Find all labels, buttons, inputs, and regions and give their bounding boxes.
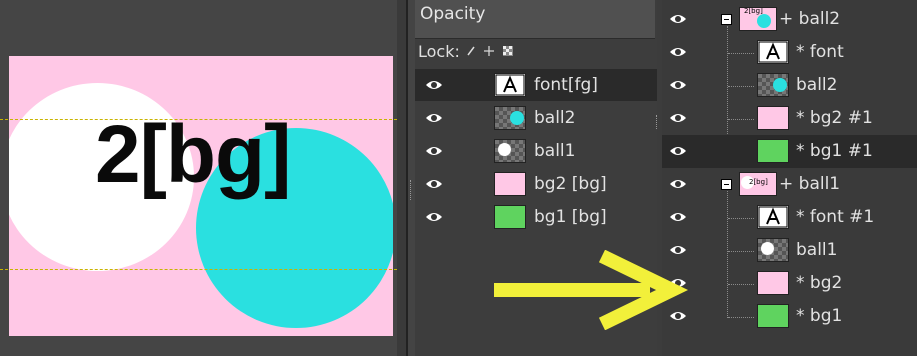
bg2-thumbnail: [757, 271, 789, 295]
layer-label: * bg1 #1: [796, 141, 873, 161]
layer-row-ball2[interactable]: ball2: [662, 69, 917, 102]
lock-position-icon: [483, 46, 494, 56]
opacity-label: Opacity: [420, 4, 486, 24]
collapse-icon[interactable]: [721, 179, 732, 190]
group-row-ball1[interactable]: 2[bg] + ball1: [662, 168, 917, 201]
image-canvas[interactable]: 2[bg]: [9, 56, 393, 336]
splitter-grip[interactable]: [656, 115, 660, 129]
eye-icon[interactable]: [669, 13, 687, 25]
eye-icon[interactable]: [669, 112, 687, 124]
arrow-icon: [494, 250, 689, 330]
panel-divider: [397, 0, 406, 356]
layer-row-bg2[interactable]: bg2 [bg]: [415, 168, 657, 200]
lock-pixels-icon: [467, 46, 475, 56]
eye-icon[interactable]: [669, 79, 687, 91]
layer-row-bg2-1[interactable]: * bg2 #1: [662, 102, 917, 135]
layers-tree-panel: 2[bg] + ball2 * font ball2 * bg2 #1 * bg…: [662, 0, 917, 356]
layer-label: * bg2 #1: [796, 108, 873, 128]
layer-label: * font #1: [796, 207, 875, 227]
layer-label: * bg1: [796, 306, 843, 326]
bg1-thumbnail: [757, 139, 789, 163]
bg2-thumbnail: [757, 106, 789, 130]
canvas-panel: 2[bg]: [0, 0, 397, 356]
layer-label: + ball1: [779, 174, 841, 194]
panel-divider: [408, 0, 415, 356]
eye-icon[interactable]: [669, 211, 687, 223]
layer-row-ball2[interactable]: ball2: [415, 102, 657, 134]
eye-icon[interactable]: [669, 46, 687, 58]
layer-label: ball2: [796, 75, 838, 95]
group-row-ball2[interactable]: 2[bg] + ball2: [662, 3, 917, 36]
layer-label: ball1: [534, 141, 576, 161]
splitter-grip[interactable]: [410, 180, 414, 200]
layer-label: * font: [796, 42, 844, 62]
ball1-thumbnail: [757, 238, 789, 262]
eye-icon[interactable]: [669, 178, 687, 190]
layer-label: bg1 [bg]: [534, 207, 607, 227]
layer-row-bg1[interactable]: * bg1: [662, 300, 917, 333]
canvas-text: 2[bg]: [95, 109, 291, 200]
eye-icon[interactable]: [425, 112, 443, 124]
bg1-thumbnail: [757, 304, 789, 328]
layer-row-bg1[interactable]: bg1 [bg]: [415, 201, 657, 233]
lock-alpha-icon: [502, 46, 513, 56]
lock-label: Lock:: [418, 42, 460, 61]
group-thumbnail: 2[bg]: [739, 172, 777, 196]
font-layer-icon: [757, 40, 789, 64]
bg2-thumbnail: [494, 172, 526, 196]
group-thumbnail: 2[bg]: [739, 7, 777, 31]
layer-label: ball2: [534, 108, 576, 128]
opacity-bar[interactable]: Opacity: [415, 0, 655, 39]
layer-row-font[interactable]: * font: [662, 36, 917, 69]
ball2-thumbnail: [494, 106, 526, 130]
layer-row-font[interactable]: font[fg]: [415, 69, 657, 101]
layer-label: + ball2: [779, 9, 841, 29]
lock-options[interactable]: [465, 44, 525, 58]
layer-row-ball1[interactable]: ball1: [662, 234, 917, 267]
eye-icon[interactable]: [425, 145, 443, 157]
eye-icon[interactable]: [425, 79, 443, 91]
bg1-thumbnail: [494, 205, 526, 229]
layer-row-ball1[interactable]: ball1: [415, 135, 657, 167]
layer-label: bg2 [bg]: [534, 174, 607, 194]
font-layer-icon: [757, 205, 789, 229]
ball2-thumbnail: [757, 73, 789, 97]
lock-row: Lock:: [418, 42, 525, 61]
layer-label: * bg2: [796, 273, 843, 293]
eye-icon[interactable]: [669, 145, 687, 157]
layer-label: font[fg]: [534, 75, 598, 95]
guide-line-top[interactable]: [0, 119, 397, 120]
layer-row-bg1-1[interactable]: * bg1 #1: [662, 135, 917, 168]
guide-line-bottom[interactable]: [0, 269, 397, 270]
thumbnail-text: 2[bg]: [749, 178, 768, 186]
eye-icon[interactable]: [425, 178, 443, 190]
ball1-thumbnail: [494, 139, 526, 163]
layer-row-bg2[interactable]: * bg2: [662, 267, 917, 300]
eye-icon[interactable]: [425, 211, 443, 223]
layer-label: ball1: [796, 240, 838, 260]
collapse-icon[interactable]: [721, 14, 732, 25]
font-layer-icon: [494, 73, 526, 97]
layer-row-font-1[interactable]: * font #1: [662, 201, 917, 234]
